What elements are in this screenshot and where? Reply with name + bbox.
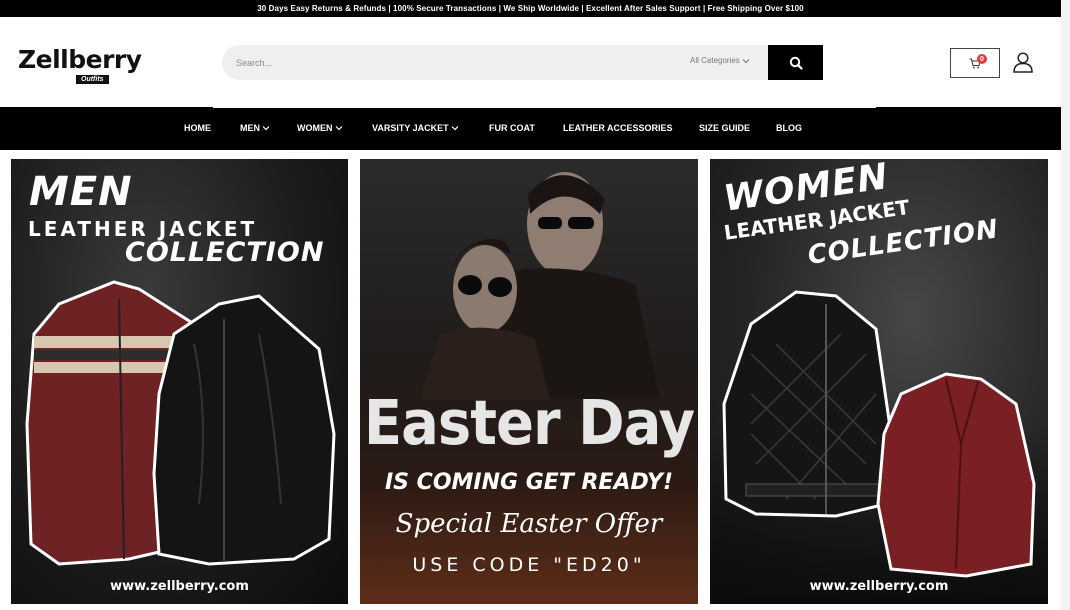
main-nav: HOME MEN WOMEN VARSITY JACKET FUR COAT L…: [0, 107, 1061, 150]
category-select[interactable]: All Categories: [690, 56, 750, 65]
banner-women-url: www.zellberry.com: [809, 579, 949, 594]
nav-blog-label: BLOG: [776, 123, 802, 133]
banner-men-collection-text: COLLECTION: [125, 237, 325, 268]
nav-leather-accessories-label: LEATHER ACCESSORIES: [563, 123, 673, 133]
easter-subtitle: IS COMING GET READY!: [384, 470, 673, 495]
banner-women-collection[interactable]: WOMEN LEATHER JACKET COLLECTION www.zell…: [710, 159, 1048, 604]
couple-photo-image: [420, 172, 660, 399]
nav-varsity-label: VARSITY JACKET: [372, 123, 449, 133]
easter-offer-text: Special Easter Offer: [395, 509, 663, 539]
page-edge: [1061, 0, 1070, 610]
chevron-down-icon: [262, 126, 270, 131]
nav-fur-coat[interactable]: FUR COAT: [489, 123, 535, 133]
nav-women[interactable]: WOMEN: [297, 123, 343, 133]
nav-men-label: MEN: [240, 123, 260, 133]
nav-size-guide-label: SIZE GUIDE: [699, 123, 751, 133]
announcement-bar: 30 Days Easy Returns & Refunds | 100% Se…: [0, 0, 1061, 17]
logo-name: Zellberry: [18, 45, 142, 74]
nav-home-label: HOME: [184, 123, 211, 133]
nav-size-guide[interactable]: SIZE GUIDE: [699, 123, 750, 133]
chevron-down-icon: [451, 126, 459, 131]
nav-home[interactable]: HOME: [184, 123, 211, 133]
nav-fur-coat-label: FUR COAT: [489, 123, 535, 133]
category-label: All Categories: [690, 56, 740, 65]
cart-count-badge: 0: [977, 54, 987, 64]
search-bar: All Categories: [222, 45, 768, 80]
nav-leather-accessories[interactable]: LEATHER ACCESSORIES: [563, 123, 673, 133]
nav-varsity-jacket[interactable]: VARSITY JACKET: [372, 123, 459, 133]
womens-jackets-image: [722, 290, 1036, 578]
nav-men[interactable]: MEN: [240, 123, 270, 133]
nav-women-label: WOMEN: [297, 123, 333, 133]
banner-men-collection[interactable]: MEN LEATHER JACKET COLLECTION www.zellbe…: [11, 159, 348, 604]
nav-blog[interactable]: BLOG: [776, 123, 802, 133]
banner-easter-offer[interactable]: Easter Day IS COMING GET READY! Special …: [360, 159, 698, 604]
search-input[interactable]: [236, 54, 616, 71]
easter-title: Easter Day: [363, 387, 695, 460]
user-account-icon[interactable]: [1011, 50, 1035, 74]
site-header: Zellberry Outfits All Categories 0: [0, 17, 1061, 107]
announcement-text: 30 Days Easy Returns & Refunds | 100% Se…: [257, 4, 804, 13]
search-icon: [789, 56, 803, 70]
banner-men-url: www.zellberry.com: [110, 579, 249, 594]
cart-button[interactable]: 0: [950, 48, 1000, 78]
search-button[interactable]: [768, 45, 823, 80]
easter-code-text: USE CODE "ED20": [412, 554, 646, 576]
banner-men-title: MEN: [29, 169, 133, 215]
site-logo[interactable]: Zellberry Outfits: [18, 45, 148, 89]
chevron-down-icon: [742, 58, 750, 63]
logo-sub: Outfits: [76, 75, 109, 84]
chevron-down-icon: [335, 126, 342, 131]
mens-jackets-image: [25, 280, 336, 566]
